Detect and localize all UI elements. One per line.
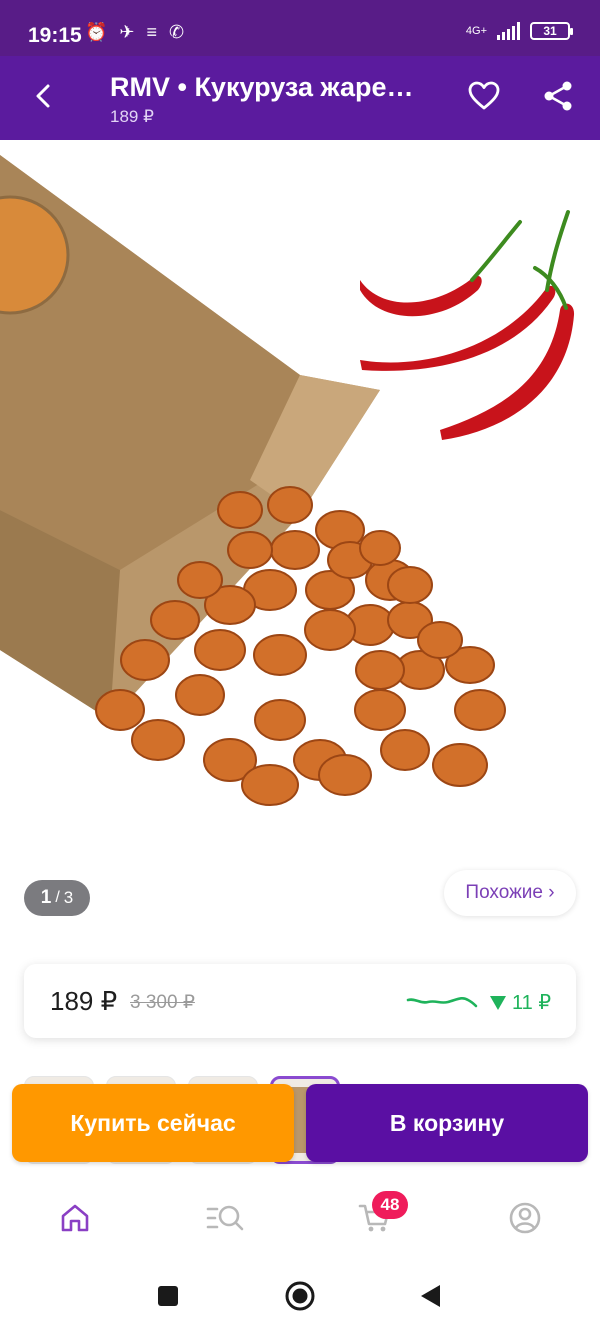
favorite-button[interactable] [464,76,504,116]
notification-menu-icon: ≡ [146,22,158,42]
product-title: RMV • Кукуруза жаре… [110,72,414,102]
profile-icon [509,1202,541,1234]
home-circle-icon [285,1281,315,1311]
system-home-button[interactable] [282,1278,318,1314]
old-price: 3 300 ₽ [130,992,195,1013]
battery-level: 31 [543,24,557,38]
status-notification-icons: ⏰ ✈ ≡ ✆ [85,22,184,43]
image-counter-current: 1 [40,887,52,908]
buy-now-button[interactable]: Купить сейчас [12,1084,294,1162]
signal-icon [497,22,520,40]
down-triangle-icon [490,995,506,1010]
alarm-icon: ⏰ [85,22,108,42]
viber-icon: ✆ [169,22,185,42]
price-delta-value: 11 ₽ [512,992,552,1014]
nav-home[interactable] [53,1196,97,1240]
current-price: 189 ₽ [50,986,118,1016]
app-bar: RMV • Кукуруза жаре… 189 ₽ [0,56,600,140]
recents-button[interactable] [150,1278,186,1314]
product-image[interactable] [0,150,600,850]
bottom-nav: 48 [0,1180,600,1256]
catalog-search-icon [206,1205,244,1231]
share-icon [544,81,572,111]
status-time: 19:15 [28,24,82,47]
notification-app-icon: ✈ [119,22,135,42]
similar-button[interactable]: Похожие › [444,870,576,916]
status-bar: 19:15 ⏰ ✈ ≡ ✆ 4G+ 31 [0,0,600,56]
image-counter-separator: / [55,889,60,906]
image-counter-total: 3 [63,888,74,907]
header-title-block: RMV • Кукуруза жаре… 189 ₽ [110,72,450,127]
system-back-button[interactable] [412,1278,448,1314]
recents-square-icon [158,1286,178,1306]
battery-icon: 31 [530,22,573,40]
status-right: 4G+ 31 [465,22,573,40]
price-delta: 11 ₽ [490,990,551,1015]
nav-profile[interactable] [503,1196,547,1240]
back-button[interactable] [22,74,66,118]
image-counter: 1 / 3 [24,880,90,916]
cart-badge: 48 [372,1191,408,1219]
nav-catalog[interactable] [203,1196,247,1240]
system-nav-bar [0,1262,600,1332]
price-card: 189 ₽ 3 300 ₽ 11 ₽ [24,964,576,1038]
share-button[interactable] [538,76,578,116]
price-trend-icon[interactable] [406,990,478,1014]
back-arrow-icon [36,84,50,108]
back-triangle-icon [421,1285,440,1307]
heart-icon [468,81,500,110]
add-to-cart-button[interactable]: В корзину [306,1084,588,1162]
network-type: 4G+ [465,25,487,37]
home-icon [61,1204,89,1232]
header-price: 189 ₽ [110,107,154,126]
product-photo [0,155,575,806]
